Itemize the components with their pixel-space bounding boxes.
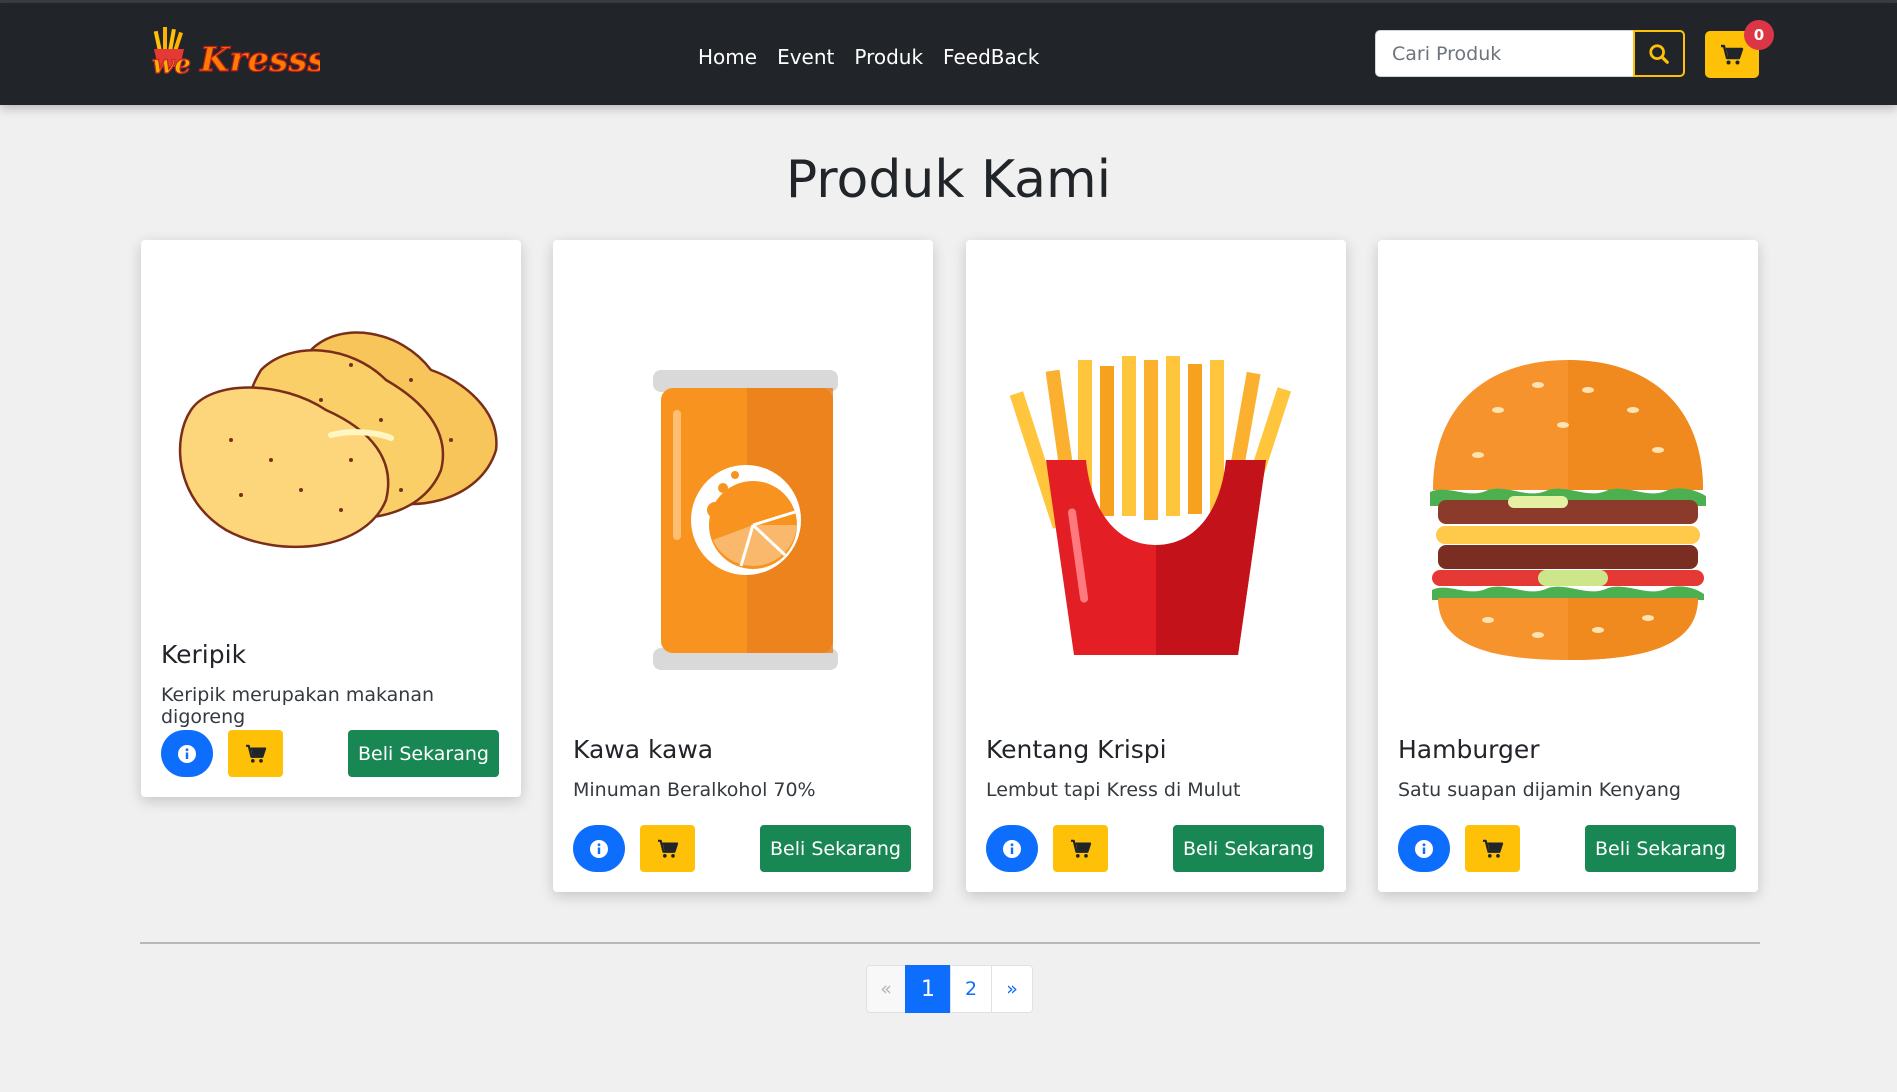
product-info-button[interactable] <box>161 730 213 777</box>
search-input[interactable] <box>1375 30 1633 77</box>
nav-produk[interactable]: Produk <box>854 45 923 69</box>
add-to-cart-button[interactable] <box>1053 825 1108 872</box>
product-card: Kawa kawa Minuman Beralkohol 70% Beli Se… <box>553 240 933 892</box>
nav-home[interactable]: Home <box>698 45 757 69</box>
divider <box>140 942 1760 944</box>
buy-now-button[interactable]: Beli Sekarang <box>348 730 499 777</box>
product-card: Hamburger Satu suapan dijamin Kenyang Be… <box>1378 240 1758 892</box>
product-description: Lembut tapi Kress di Mulut <box>986 779 1241 801</box>
cart-count-badge: 0 <box>1744 20 1774 50</box>
cart-icon <box>1721 44 1744 64</box>
orange-can-image <box>563 260 923 680</box>
cart-icon <box>657 839 678 858</box>
cart-icon <box>1482 839 1503 858</box>
product-description: Keripik merupakan makanan digoreng <box>161 684 435 728</box>
buy-now-button[interactable]: Beli Sekarang <box>1173 825 1324 872</box>
buy-now-button[interactable]: Beli Sekarang <box>1585 825 1736 872</box>
add-to-cart-button[interactable] <box>1465 825 1520 872</box>
product-description: Satu suapan dijamin Kenyang <box>1398 779 1681 801</box>
info-icon <box>1415 839 1433 858</box>
search-button[interactable] <box>1633 30 1685 77</box>
search-icon <box>1649 43 1669 64</box>
navbar: we Kresss Home Event Produk FeedBack 0 <box>0 3 1897 105</box>
info-icon <box>1003 839 1021 858</box>
brand-logo[interactable]: we Kresss <box>150 23 327 85</box>
pagination-prev[interactable]: « <box>866 965 906 1013</box>
add-to-cart-button[interactable] <box>228 730 283 777</box>
hamburger-image <box>1388 260 1748 680</box>
pagination-page-1[interactable]: 1 <box>905 965 951 1013</box>
nav-event[interactable]: Event <box>777 45 834 69</box>
cart-icon <box>245 744 266 763</box>
info-icon <box>178 744 196 763</box>
info-icon <box>590 839 608 858</box>
nav-feedback[interactable]: FeedBack <box>943 45 1039 69</box>
buy-now-button[interactable]: Beli Sekarang <box>760 825 911 872</box>
product-card: Kentang Krispi Lembut tapi Kress di Mulu… <box>966 240 1346 892</box>
search-form <box>1375 30 1685 77</box>
pagination: « 1 2 » <box>866 965 1033 1013</box>
french-fries-image <box>976 260 1336 680</box>
add-to-cart-button[interactable] <box>640 825 695 872</box>
product-info-button[interactable] <box>986 825 1038 872</box>
svg-text:we: we <box>152 50 191 80</box>
product-name: Hamburger <box>1398 735 1540 764</box>
product-info-button[interactable] <box>1398 825 1450 872</box>
nav-links: Home Event Produk FeedBack <box>698 45 1039 69</box>
pagination-next[interactable]: » <box>991 965 1033 1013</box>
page-title: Produk Kami <box>785 150 1112 210</box>
product-name: Kawa kawa <box>573 735 714 764</box>
product-card: Keripik Keripik merupakan makanan digore… <box>141 240 521 797</box>
pagination-page-2[interactable]: 2 <box>950 965 992 1013</box>
svg-text:Kresss: Kresss <box>199 40 320 80</box>
product-info-button[interactable] <box>573 825 625 872</box>
chips-image <box>151 260 511 590</box>
cart-icon <box>1070 839 1091 858</box>
product-name: Kentang Krispi <box>986 735 1167 764</box>
product-name: Keripik <box>161 640 247 669</box>
product-description: Minuman Beralkohol 70% <box>573 779 816 801</box>
